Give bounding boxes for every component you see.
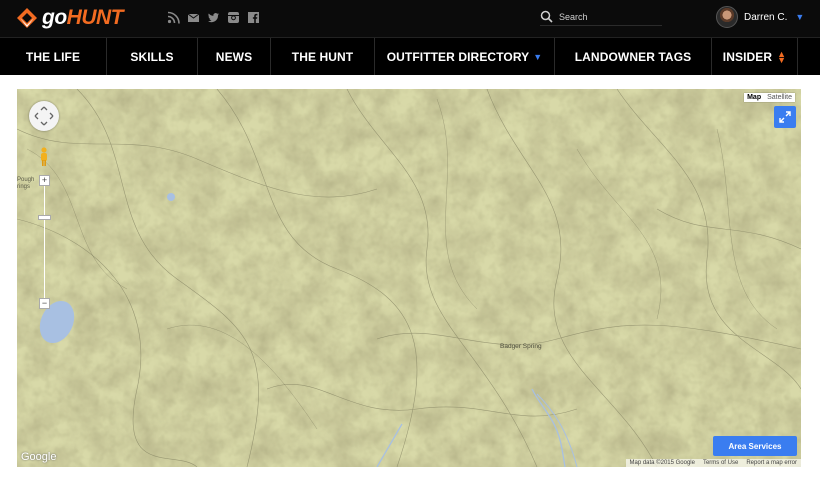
- area-services-button[interactable]: Area Services: [713, 436, 797, 456]
- search-input[interactable]: [559, 11, 659, 22]
- rss-icon[interactable]: [167, 11, 180, 24]
- caret-down-icon[interactable]: ▼: [795, 12, 804, 22]
- logo-hunt-text: HUNT: [66, 6, 124, 29]
- map-attribution: Map data ©2015 Google Terms of Use Repor…: [625, 459, 801, 467]
- nav-label: SKILLS: [130, 49, 174, 64]
- zoom-slider-track[interactable]: [44, 185, 45, 303]
- search-box[interactable]: [540, 8, 662, 26]
- nav-item-skills[interactable]: SKILLS: [107, 38, 198, 75]
- nav-item-news[interactable]: NEWS: [198, 38, 271, 75]
- zoom-in-button[interactable]: +: [39, 175, 50, 186]
- gohunt-logo[interactable]: go HUNT: [16, 5, 123, 31]
- caret-down-icon: ▼: [533, 51, 543, 62]
- nav-label: OUTFITTER DIRECTORY: [386, 49, 530, 64]
- nav-item-outfitter-directory[interactable]: OUTFITTER DIRECTORY ▼: [375, 38, 555, 75]
- top-bar: go HUNT Darren C. ▼: [0, 0, 820, 37]
- nav-item-the-life[interactable]: THE LIFE: [0, 38, 107, 75]
- map-data-text: Map data ©2015 Google: [629, 460, 695, 466]
- nav-item-landowner-tags[interactable]: LANDOWNER TAGS: [555, 38, 712, 75]
- nav-item-the-hunt[interactable]: THE HUNT: [271, 38, 375, 75]
- user-menu[interactable]: Darren C. ▼: [716, 6, 804, 28]
- report-map-error-link[interactable]: Report a map error: [746, 460, 797, 466]
- map-type-control: Map Satellite: [744, 93, 795, 102]
- pegman-icon[interactable]: [39, 147, 49, 167]
- twitter-icon[interactable]: [207, 11, 220, 24]
- map-type-map-button[interactable]: Map: [744, 93, 764, 102]
- fullscreen-button[interactable]: [774, 106, 796, 128]
- facebook-icon[interactable]: [247, 11, 260, 24]
- user-name[interactable]: Darren C.: [744, 12, 787, 23]
- avatar[interactable]: [716, 6, 738, 28]
- nav-label: THE LIFE: [25, 49, 81, 64]
- nav-label: THE HUNT: [291, 49, 354, 64]
- expand-icon: [779, 111, 791, 123]
- map-label-badger-spring: Badger Spring: [500, 343, 542, 350]
- zoom-out-button[interactable]: −: [39, 298, 50, 309]
- email-icon[interactable]: [187, 11, 200, 24]
- map-label-pough: Pough rings: [17, 177, 34, 191]
- pan-control[interactable]: [29, 101, 59, 131]
- terms-of-use-link[interactable]: Terms of Use: [703, 460, 738, 466]
- logo-mark-icon: [17, 8, 37, 28]
- instagram-icon[interactable]: [227, 11, 240, 24]
- main-nav: THE LIFE SKILLS NEWS THE HUNT OUTFITTER …: [0, 37, 820, 75]
- insider-sort-icon: ▲ ▼: [777, 48, 787, 65]
- logo-go-text: go: [42, 6, 67, 29]
- nav-label: INSIDER: [722, 49, 773, 64]
- map-type-satellite-button[interactable]: Satellite: [764, 93, 795, 102]
- pan-arrows-icon: [34, 106, 54, 126]
- search-icon: [540, 10, 553, 23]
- map-label-pough-line1: Pough: [17, 177, 35, 183]
- terrain-map[interactable]: Map Satellite + − Pough rings Badger Spr…: [17, 89, 801, 467]
- map-label-pough-line2: rings: [17, 184, 31, 190]
- zoom-slider-handle[interactable]: [38, 215, 51, 220]
- nav-item-insider[interactable]: INSIDER ▲ ▼: [712, 38, 798, 75]
- social-links: [167, 11, 260, 24]
- nav-label: NEWS: [215, 49, 253, 64]
- google-logo[interactable]: Google: [21, 451, 56, 463]
- nav-label: LANDOWNER TAGS: [574, 49, 692, 64]
- terrain-relief: [17, 89, 801, 467]
